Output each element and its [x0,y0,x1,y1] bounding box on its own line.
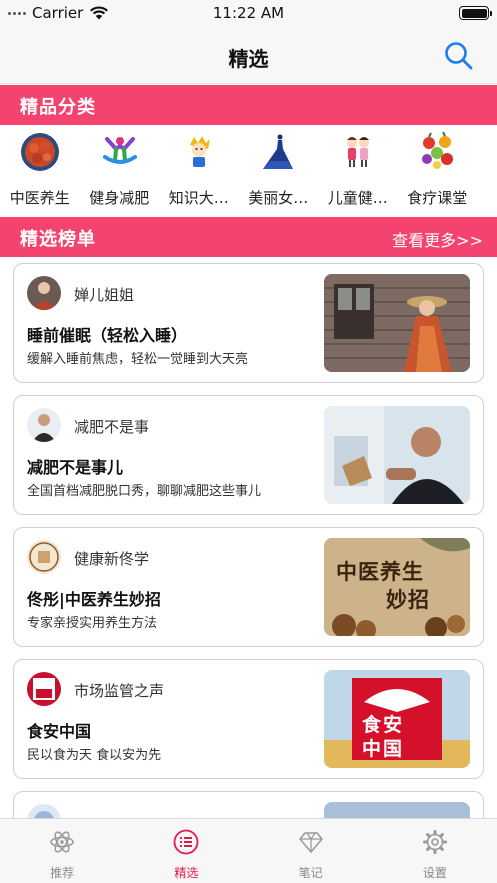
category-item[interactable]: 食疗课堂 [398,127,478,215]
author-name: 健康新佟学 [74,550,150,568]
ranking-header: 精选榜单 查看更多>> [0,217,497,257]
podcast-card[interactable]: 健康新佟学 佟彤|中医养生妙招 专家亲授实用养生方法 中医养生 妙招 [13,527,484,647]
card-description: 专家亲授实用养生方法 [27,616,158,631]
author-avatar [27,408,61,442]
card-thumbnail: 中医养生 妙招 [324,538,470,636]
category-item[interactable]: 知识大… [159,127,239,215]
status-bar: Carrier 11:22 AM [0,0,497,28]
diamond-icon [298,832,323,853]
category-label: 食疗课堂 [407,189,468,207]
author-name: 减肥不是事 [74,418,150,436]
fruits-icon [421,131,453,169]
ranking-title: 精选榜单 [20,229,96,250]
categories-header: 精品分类 [0,85,497,125]
author-name: 市场监管之声 [74,682,165,700]
gear-icon [422,830,447,854]
card-thumbnail [324,274,470,372]
tab-label: 推荐 [50,866,75,880]
tab-recommend[interactable]: 推荐 [0,819,124,883]
podcast-card[interactable]: 市场监管之声 食安中国 民以食为天 食以安为先 食安 中国 [13,659,484,779]
tab-label: 设置 [422,866,447,880]
tab-label: 笔记 [298,866,323,880]
category-item[interactable]: 儿童健… [318,127,398,215]
tab-featured[interactable]: 精选 [124,819,248,883]
category-label: 美丽女… [248,189,309,207]
gown-icon [262,134,293,169]
card-title: 食安中国 [27,722,92,741]
category-list: 中医养生 健身减肥 知识大… 美丽女… 儿童健… 食疗课堂 [0,127,497,215]
author-avatar [27,672,61,706]
list-icon [173,829,199,855]
search-icon[interactable] [443,40,475,72]
category-item[interactable]: 美丽女… [239,127,319,215]
tab-settings[interactable]: 设置 [373,819,497,883]
category-label: 知识大… [168,189,229,207]
category-item[interactable]: 中医养生 [0,127,80,215]
thumbnail-caption: 妙招 [386,587,430,612]
cartoon-kid-icon [190,136,210,167]
author-avatar [27,540,61,574]
atom-icon [50,831,74,853]
podcast-card[interactable]: 减肥不是事 减肥不是事儿 全国首档减肥脱口秀，聊聊减肥这些事儿 [13,395,484,515]
card-title: 佟彤|中医养生妙招 [27,590,161,609]
category-label: 健身减肥 [89,189,150,207]
battery-icon [459,6,492,20]
navigation-bar: 精选 [0,28,497,84]
thumbnail-caption: 中医养生 [336,559,424,584]
thumbnail-caption: 食安 [362,714,405,736]
card-thumbnail [324,406,470,504]
tab-notes[interactable]: 笔记 [249,819,373,883]
page-title: 精选 [228,47,269,71]
see-more-link[interactable]: 查看更多>> [392,227,483,251]
card-thumbnail: 食安 中国 [324,670,470,768]
author-name: 婵儿姐姐 [74,286,135,304]
card-title: 减肥不是事儿 [27,458,124,477]
card-description: 缓解入睡前焦虑，轻松一觉睡到大天亮 [27,352,249,367]
thumbnail-caption: 中国 [362,738,405,760]
category-label: 中医养生 [9,189,70,207]
children-icon [347,137,369,167]
status-time: 11:22 AM [212,4,285,22]
card-description: 民以食为天 食以安为先 [27,748,162,763]
podcast-card[interactable]: 婵儿姐姐 睡前催眠（轻松入睡） 缓解入睡前焦虑，轻松一觉睡到大天亮 [13,263,484,383]
card-description: 全国首档减肥脱口秀，聊聊减肥这些事儿 [27,484,262,499]
categories-title: 精品分类 [20,97,96,118]
tab-label: 精选 [174,866,199,880]
category-item[interactable]: 健身减肥 [80,127,160,215]
tab-bar: 推荐 精选 笔记 设置 [0,818,497,883]
card-title: 睡前催眠（轻松入睡） [27,326,188,345]
fitness-icon [102,137,137,164]
category-label: 儿童健… [327,189,388,207]
author-avatar [27,276,61,310]
crayfish-icon [21,133,59,171]
